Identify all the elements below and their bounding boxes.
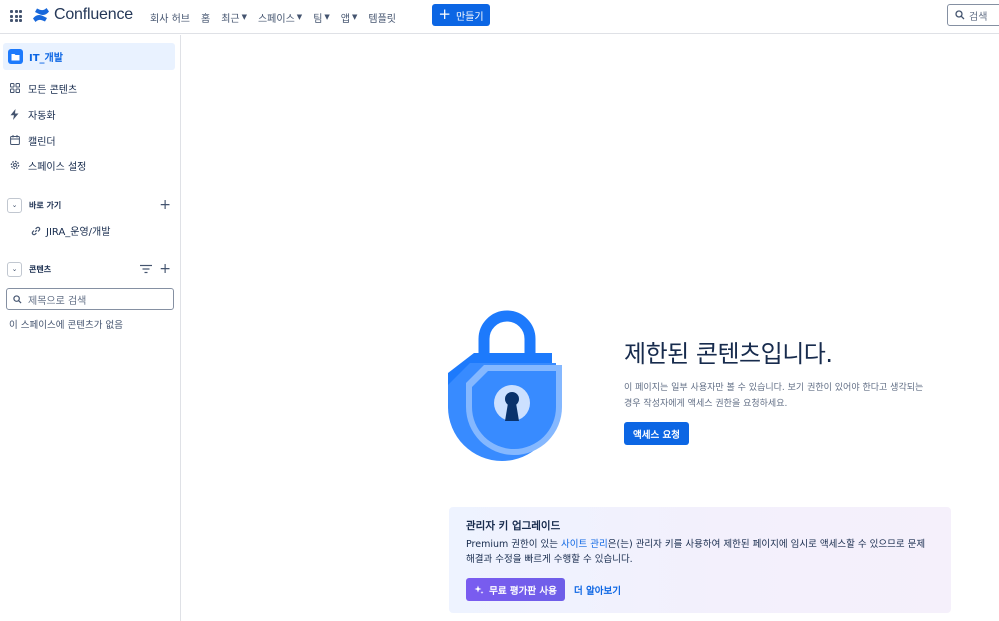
space-name: IT_개발 <box>29 53 63 64</box>
nav-label: 회사 허브 <box>150 13 190 25</box>
plus-icon: + <box>438 5 451 23</box>
nav-home[interactable]: 홈 <box>201 10 210 25</box>
free-trial-button[interactable]: 무료 평가판 사용 <box>466 578 565 601</box>
learn-more-link[interactable]: 더 알아보기 <box>574 583 621 597</box>
top-navigation: Confluence 회사 허브 홈 최근 ▼ 스페이스 ▼ 팀 ▼ 앱 ▼ 템플릿 +… <box>0 0 999 34</box>
free-trial-label: 무료 평가판 사용 <box>489 585 557 597</box>
sidebar-item-space-settings[interactable]: 스페이스 설정 <box>9 157 86 173</box>
sidebar-item-all-content[interactable]: 모든 콘텐츠 <box>9 80 77 96</box>
sidebar: IT_개발 모든 콘텐츠 자동화 캘린더 스페이스 설정 ⌄ 바로 가기 + J… <box>0 35 181 621</box>
link-icon <box>31 226 41 235</box>
sidebar-item-label: 자동화 <box>28 110 56 122</box>
app-switcher-icon[interactable] <box>10 10 22 22</box>
nav-label: 앱 <box>340 13 350 25</box>
folder-icon <box>8 49 23 64</box>
filter-icon[interactable] <box>140 264 153 274</box>
create-label: 만들기 <box>455 11 484 23</box>
nav-label: 최근 <box>221 13 240 25</box>
sparkle-icon <box>474 585 484 594</box>
chevron-down-icon: ▼ <box>351 13 358 21</box>
shortcut-item[interactable]: JIRA_운영/개발 <box>31 223 110 238</box>
shortcuts-section-header: ⌄ 바로 가기 + <box>7 197 171 213</box>
upgrade-title: 관리자 키 업그레이드 <box>466 520 561 532</box>
upgrade-body: Premium 권한이 있는 사이트 관리은(는) 관리자 키를 사용하여 제한… <box>466 537 936 567</box>
nav-label: 스페이스 <box>257 13 295 25</box>
nav-label: 팀 <box>313 13 323 25</box>
request-access-button[interactable]: 액세스 요청 <box>624 422 689 445</box>
nav-company-hub[interactable]: 회사 허브 <box>150 10 190 25</box>
add-shortcut-icon[interactable]: + <box>159 198 171 212</box>
restricted-title: 제한된 콘텐츠입니다. <box>624 340 833 368</box>
sidebar-item-label: 모든 콘텐츠 <box>28 84 78 96</box>
shortcuts-label: 바로 가기 <box>29 200 62 210</box>
search-icon <box>13 294 22 304</box>
admin-key-upgrade-card: 관리자 키 업그레이드 Premium 권한이 있는 사이트 관리은(는) 관리… <box>449 507 951 613</box>
nav-label: 홈 <box>200 13 211 25</box>
sidebar-item-label: 캘린더 <box>28 136 56 148</box>
chevron-down-icon[interactable]: ⌄ <box>7 197 22 213</box>
search-icon <box>955 10 965 20</box>
content-section-header: ⌄ 콘텐츠 + <box>7 261 171 277</box>
upgrade-body-prefix: Premium 권한이 있는 <box>466 539 562 550</box>
create-button[interactable]: + 만들기 <box>432 4 490 26</box>
lock-illustration <box>448 310 562 461</box>
sidebar-item-label: 스페이스 설정 <box>28 161 87 173</box>
logo-text: Confluence <box>54 6 133 23</box>
chevron-down-icon: ▼ <box>324 13 330 21</box>
add-content-icon[interactable]: + <box>159 262 171 276</box>
sidebar-space-header[interactable]: IT_개발 <box>3 43 175 70</box>
title-search-input[interactable]: 제목으로 검색 <box>6 288 174 310</box>
nav-label: 템플릿 <box>368 13 396 25</box>
site-admin-link[interactable]: 사이트 관리 <box>561 539 608 550</box>
search-input[interactable]: 검색 <box>947 4 999 26</box>
confluence-logo-icon <box>33 8 49 22</box>
gear-icon <box>9 160 20 171</box>
lightning-icon <box>9 108 20 120</box>
title-search-placeholder: 제목으로 검색 <box>28 295 87 307</box>
nav-menu: 회사 허브 홈 최근 ▼ 스페이스 ▼ 팀 ▼ 앱 ▼ 템플릿 <box>150 0 407 34</box>
nav-apps[interactable]: 앱 ▼ <box>341 10 358 25</box>
nav-teams[interactable]: 팀 ▼ <box>313 10 330 25</box>
sidebar-item-calendar[interactable]: 캘린더 <box>9 132 56 148</box>
restricted-description: 이 페이지는 일부 사용자만 볼 수 있습니다. 보기 권한이 있어야 한다고 … <box>624 383 924 409</box>
confluence-logo[interactable]: Confluence <box>32 6 133 24</box>
grid-icon <box>9 83 20 94</box>
shortcut-label: JIRA_운영/개발 <box>46 227 111 238</box>
empty-content-note: 이 스페이스에 콘텐츠가 없음 <box>9 320 123 331</box>
search-placeholder: 검색 <box>969 11 988 23</box>
calendar-icon <box>9 135 20 146</box>
content-label: 콘텐츠 <box>29 264 52 274</box>
chevron-down-icon: ▼ <box>241 13 247 21</box>
nav-templates[interactable]: 템플릿 <box>368 10 396 25</box>
nav-spaces[interactable]: 스페이스 ▼ <box>258 10 302 25</box>
chevron-down-icon[interactable]: ⌄ <box>7 261 22 277</box>
chevron-down-icon: ▼ <box>296 13 303 21</box>
sidebar-item-automation[interactable]: 자동화 <box>9 106 56 122</box>
nav-recent[interactable]: 최근 ▼ <box>221 10 247 25</box>
